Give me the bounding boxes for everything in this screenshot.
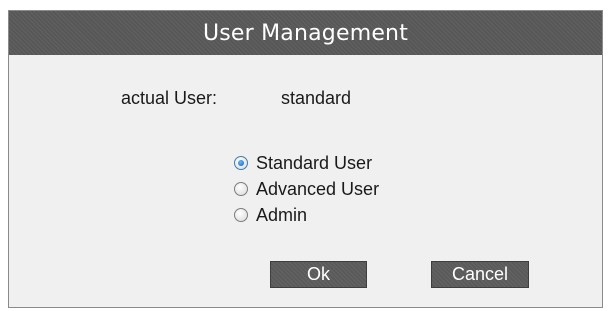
radio-label-advanced-user[interactable]: Advanced User bbox=[256, 179, 379, 200]
page: User Management actual User: standard St… bbox=[0, 0, 610, 311]
radio-button-admin[interactable] bbox=[234, 208, 248, 222]
dialog-title: User Management bbox=[202, 20, 409, 46]
user-level-radio-group: Standard User Advanced User Admin bbox=[234, 150, 379, 228]
radio-button-advanced-user[interactable] bbox=[234, 182, 248, 196]
radio-option-admin[interactable]: Admin bbox=[234, 202, 379, 228]
user-management-dialog: User Management actual User: standard St… bbox=[8, 10, 603, 308]
radio-label-standard-user[interactable]: Standard User bbox=[256, 153, 372, 174]
radio-selected-dot bbox=[238, 160, 244, 166]
radio-label-admin[interactable]: Admin bbox=[256, 205, 307, 226]
cancel-button[interactable]: Cancel bbox=[431, 261, 529, 288]
ok-button[interactable]: Ok bbox=[270, 261, 367, 288]
dialog-title-bar[interactable]: User Management bbox=[9, 11, 602, 55]
actual-user-label: actual User: bbox=[121, 88, 218, 108]
actual-user-value: standard bbox=[281, 88, 352, 108]
radio-option-standard-user[interactable]: Standard User bbox=[234, 150, 379, 176]
radio-option-advanced-user[interactable]: Advanced User bbox=[234, 176, 379, 202]
radio-button-standard-user[interactable] bbox=[234, 156, 248, 170]
